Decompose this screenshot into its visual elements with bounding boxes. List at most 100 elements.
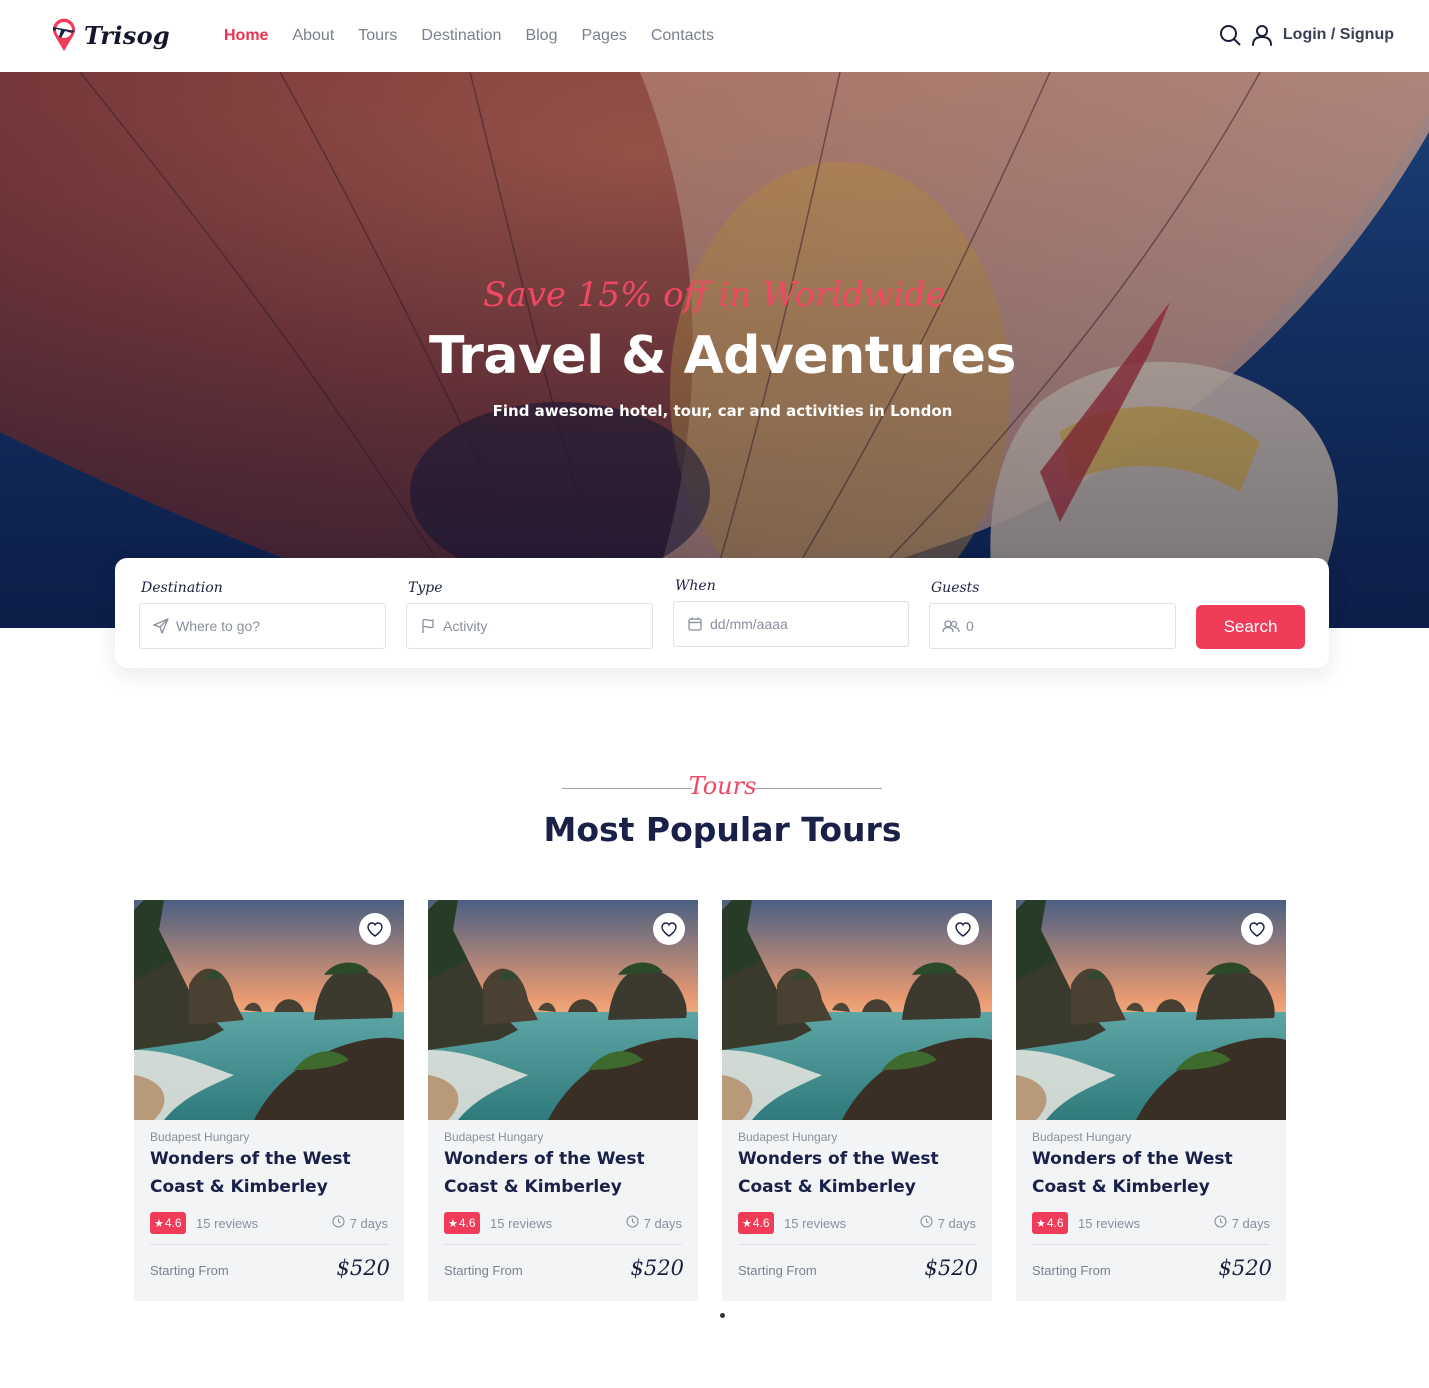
user-icon[interactable] (1249, 22, 1275, 48)
tour-image[interactable] (428, 900, 698, 1120)
tour-card-1[interactable]: Budapest Hungary Wonders of the West Coa… (134, 900, 404, 1301)
tour-duration: 7 days (1214, 1215, 1270, 1231)
tour-card-4[interactable]: Budapest Hungary Wonders of the West Coa… (1016, 900, 1286, 1301)
review-count: 15 reviews (784, 1216, 847, 1231)
clock-icon (332, 1215, 345, 1231)
rating-value: 4.6 (1046, 1216, 1064, 1230)
destination-input[interactable]: Where to go? (139, 603, 386, 649)
type-label: Type (408, 580, 443, 596)
tour-image[interactable] (134, 900, 404, 1120)
rating-value: 4.6 (458, 1216, 476, 1230)
tour-title[interactable]: Wonders of the West Coast & Kimberley (444, 1145, 684, 1201)
destination-label: Destination (141, 580, 223, 596)
hero-banner: Save 15% off in Worldwide Travel & Adven… (0, 72, 1429, 628)
tour-location: Budapest Hungary (738, 1130, 838, 1144)
duration-value: 7 days (349, 1215, 388, 1231)
search-button[interactable]: Search (1196, 605, 1305, 649)
guests-label: Guests (931, 580, 980, 596)
tour-duration: 7 days (920, 1215, 976, 1231)
star-icon: ★ (154, 1217, 164, 1230)
section-kicker: Tours (688, 772, 757, 800)
card-divider (738, 1244, 976, 1245)
card-divider (1032, 1244, 1270, 1245)
favorite-heart-icon[interactable] (653, 913, 685, 945)
rating-badge: ★ 4.6 (1032, 1212, 1068, 1234)
tour-image[interactable] (1016, 900, 1286, 1120)
clock-icon (920, 1215, 933, 1231)
star-icon: ★ (742, 1217, 752, 1230)
review-count: 15 reviews (490, 1216, 553, 1231)
nav-item-contacts[interactable]: Contacts (651, 25, 714, 47)
tour-title[interactable]: Wonders of the West Coast & Kimberley (738, 1145, 978, 1201)
nav-item-home[interactable]: Home (224, 25, 268, 47)
nav-item-about[interactable]: About (292, 25, 334, 47)
hero-tagline: Save 15% off in Worldwide (483, 275, 946, 315)
duration-value: 7 days (643, 1215, 682, 1231)
search-icon[interactable] (1217, 22, 1243, 48)
card-divider (444, 1244, 682, 1245)
review-count: 15 reviews (1078, 1216, 1141, 1231)
carousel-dot[interactable] (720, 1313, 725, 1318)
destination-field-group: Destination Where to go? (139, 580, 386, 649)
when-label: When (675, 578, 716, 594)
date-input[interactable]: dd/mm/aaaa (673, 601, 909, 647)
tour-title[interactable]: Wonders of the West Coast & Kimberley (150, 1145, 390, 1201)
tour-image[interactable] (722, 900, 992, 1120)
type-field-group: Type Activity (406, 580, 653, 649)
tour-location: Budapest Hungary (444, 1130, 544, 1144)
rating-badge: ★ 4.6 (444, 1212, 480, 1234)
type-input[interactable]: Activity (406, 603, 653, 649)
guests-input[interactable]: 0 (929, 603, 1176, 649)
duration-value: 7 days (1231, 1215, 1270, 1231)
login-signup-link[interactable]: Login / Signup (1283, 26, 1394, 44)
tour-search-form: Destination Where to go? Type Activity W… (115, 558, 1329, 668)
tour-title[interactable]: Wonders of the West Coast & Kimberley (1032, 1145, 1272, 1201)
rating-value: 4.6 (164, 1216, 182, 1230)
plane-pin-icon (50, 18, 78, 52)
starting-from-label: Starting From (738, 1263, 817, 1278)
top-navbar: Trisog Home About Tours Destination Blog… (0, 0, 1429, 72)
rating-badge: ★ 4.6 (150, 1212, 186, 1234)
hero-title: Travel & Adventures (429, 326, 1016, 386)
flag-icon (419, 617, 437, 635)
brand-name: Trisog (84, 20, 170, 50)
tour-duration: 7 days (626, 1215, 682, 1231)
nav-actions: Login / Signup (1211, 22, 1394, 48)
tour-duration: 7 days (332, 1215, 388, 1231)
nav-item-destination[interactable]: Destination (421, 25, 501, 47)
tour-price: $520 (1218, 1256, 1272, 1280)
favorite-heart-icon[interactable] (947, 913, 979, 945)
tour-location: Budapest Hungary (1032, 1130, 1132, 1144)
starting-from-label: Starting From (1032, 1263, 1111, 1278)
nav-item-blog[interactable]: Blog (525, 25, 557, 47)
type-placeholder: Activity (443, 618, 488, 634)
star-icon: ★ (1036, 1217, 1046, 1230)
users-icon (942, 617, 960, 635)
tour-location: Budapest Hungary (150, 1130, 250, 1144)
hero-subtitle: Find awesome hotel, tour, car and activi… (492, 402, 953, 420)
nav-item-tours[interactable]: Tours (358, 25, 397, 47)
rating-badge: ★ 4.6 (738, 1212, 774, 1234)
tour-card-2[interactable]: Budapest Hungary Wonders of the West Coa… (428, 900, 698, 1301)
guests-field-group: Guests 0 (929, 580, 1176, 649)
tour-price: $520 (336, 1256, 390, 1280)
tour-price: $520 (630, 1256, 684, 1280)
section-title: Most Popular Tours (543, 810, 902, 849)
destination-placeholder: Where to go? (176, 618, 261, 634)
tour-price: $520 (924, 1256, 978, 1280)
date-placeholder: dd/mm/aaaa (710, 616, 788, 632)
favorite-heart-icon[interactable] (359, 913, 391, 945)
tour-card-3[interactable]: Budapest Hungary Wonders of the West Coa… (722, 900, 992, 1301)
favorite-heart-icon[interactable] (1241, 913, 1273, 945)
send-icon (152, 617, 170, 635)
when-field-group: When dd/mm/aaaa (673, 578, 909, 647)
starting-from-label: Starting From (150, 1263, 229, 1278)
main-menu: Home About Tours Destination Blog Pages … (224, 25, 738, 47)
starting-from-label: Starting From (444, 1263, 523, 1278)
calendar-icon (686, 615, 704, 633)
clock-icon (626, 1215, 639, 1231)
nav-item-pages[interactable]: Pages (581, 25, 626, 47)
brand-logo[interactable]: Trisog (50, 18, 170, 52)
rating-value: 4.6 (752, 1216, 770, 1230)
card-divider (150, 1244, 388, 1245)
